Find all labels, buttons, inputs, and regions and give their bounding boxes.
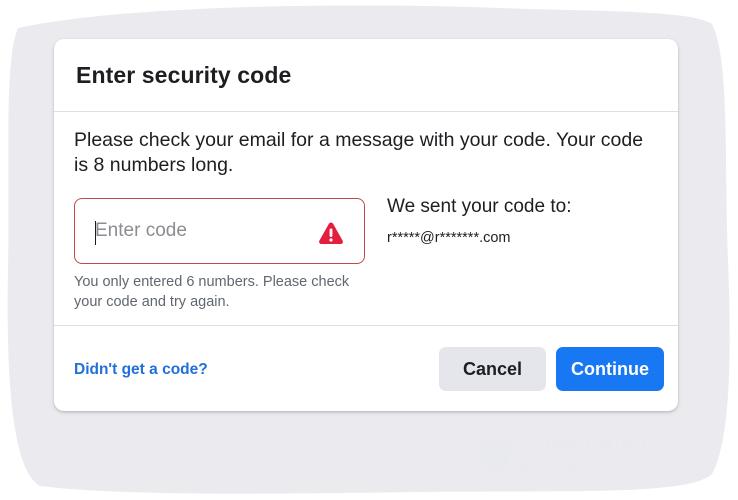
security-code-dialog: Enter security code Please check your em… (54, 39, 678, 411)
instructions-text: Please check your email for a message wi… (74, 129, 644, 176)
sent-to-email: r*****@r*******.com (387, 230, 511, 246)
dialog-title: Enter security code (76, 61, 292, 88)
watermark-logo: COMPLAINTS BOARD (478, 434, 698, 480)
shield-icon (480, 437, 510, 475)
text-caret (95, 221, 96, 245)
watermark-line-1: COMPLAINTS (518, 433, 667, 456)
continue-button[interactable]: Continue (556, 347, 664, 391)
code-field[interactable] (74, 198, 365, 264)
dialog-body: Please check your email for a message wi… (54, 112, 678, 326)
didnt-get-code-link[interactable]: Didn't get a code? (74, 361, 208, 379)
warning-icon (319, 222, 343, 244)
cancel-button[interactable]: Cancel (439, 347, 546, 391)
dialog-header: Enter security code (54, 39, 678, 112)
dialog-footer: Didn't get a code? Cancel Continue (54, 326, 678, 411)
watermark-text: COMPLAINTS BOARD (518, 434, 667, 478)
sent-to-label: We sent your code to: (387, 196, 572, 217)
error-message: You only entered 6 numbers. Please check… (74, 274, 350, 310)
code-input[interactable] (75, 215, 317, 247)
watermark-line-2: BOARD (518, 455, 600, 478)
